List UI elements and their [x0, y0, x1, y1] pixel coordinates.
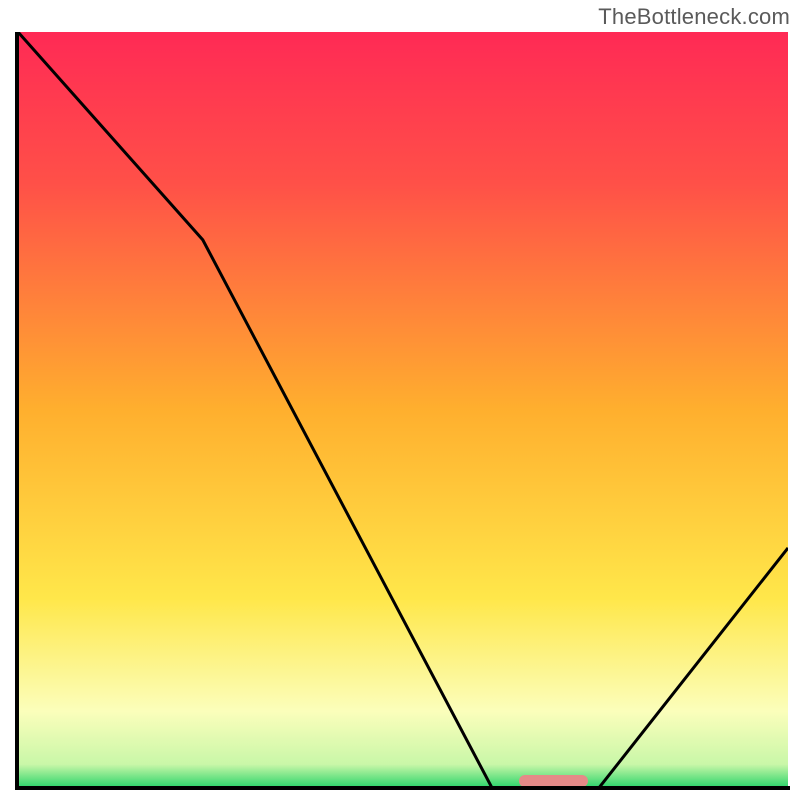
x-axis-line — [15, 786, 790, 790]
bottleneck-chart: TheBottleneck.com — [0, 0, 800, 800]
y-axis-line — [15, 32, 19, 790]
plot-area — [18, 32, 788, 787]
watermark-text: TheBottleneck.com — [598, 4, 790, 30]
gradient-background — [18, 32, 788, 787]
